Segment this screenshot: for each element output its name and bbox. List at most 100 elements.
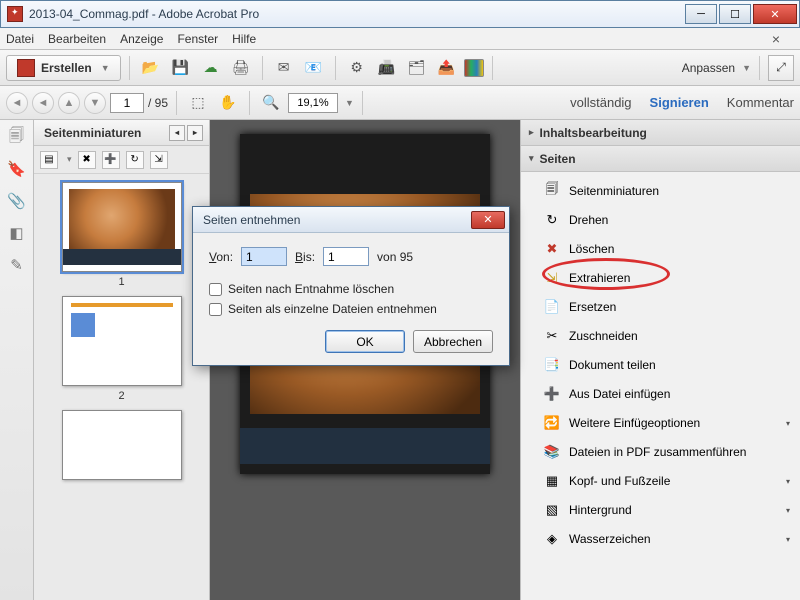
- tab-comment[interactable]: Kommentar: [727, 95, 794, 110]
- color-icon[interactable]: [464, 59, 484, 77]
- section-pages[interactable]: Seiten: [521, 146, 800, 172]
- thumbnail-page-2[interactable]: 2: [62, 296, 182, 402]
- chevron-down-icon: ▼: [742, 63, 751, 73]
- ok-button[interactable]: OK: [325, 330, 405, 353]
- dialog-title: Seiten entnehmen: [203, 213, 471, 227]
- header-icon: ▦: [543, 472, 561, 490]
- chevron-down-icon[interactable]: ▾: [67, 154, 72, 165]
- page-down-button[interactable]: ▼: [84, 92, 106, 114]
- thumb-insert-icon[interactable]: ➕: [102, 151, 120, 169]
- select-tool-icon[interactable]: ⬚: [185, 90, 211, 116]
- tool-insert-from-file[interactable]: ➕Aus Datei einfügen: [537, 381, 796, 407]
- checkbox-separate[interactable]: [209, 303, 222, 316]
- thumb-tool-icon[interactable]: ▤: [40, 151, 58, 169]
- panel-prev-button[interactable]: ◂: [169, 125, 185, 141]
- menu-window[interactable]: Fenster: [177, 32, 218, 46]
- tool-more-insert[interactable]: 🔁Weitere Einfügeoptionen▾: [537, 410, 796, 436]
- share-icon[interactable]: ✉: [271, 55, 297, 81]
- thumb-extract-icon[interactable]: ⇲: [150, 151, 168, 169]
- thumbnail-page-3[interactable]: [62, 410, 182, 480]
- tab-tools[interactable]: vollständig: [570, 95, 631, 110]
- page-total: / 95: [148, 96, 168, 110]
- open-icon[interactable]: 📂: [138, 55, 164, 81]
- tab-sign[interactable]: Signieren: [650, 95, 709, 110]
- pages-icon: 🗐: [543, 182, 561, 200]
- section-content-editing[interactable]: Inhaltsbearbeitung: [521, 120, 800, 146]
- thumbnail-page-1[interactable]: 1: [62, 182, 182, 288]
- tool-extract[interactable]: ⇲Extrahieren: [537, 265, 796, 291]
- dialog-close-button[interactable]: ✕: [471, 211, 505, 229]
- from-label: Von:: [209, 250, 233, 264]
- more-icon: 🔁: [543, 414, 561, 432]
- thumbnails-tab-icon[interactable]: 🗐: [6, 126, 28, 148]
- to-input[interactable]: [323, 247, 369, 266]
- checkbox-delete[interactable]: [209, 283, 222, 296]
- tool-background[interactable]: ▧Hintergrund▾: [537, 497, 796, 523]
- menu-help[interactable]: Hilfe: [232, 32, 256, 46]
- layers-icon[interactable]: ◧: [6, 222, 28, 244]
- bookmark-icon[interactable]: 🔖: [6, 158, 28, 180]
- thumbnail-panel-title: Seitenminiaturen: [40, 126, 167, 140]
- save-icon[interactable]: 💾: [168, 55, 194, 81]
- extract-pages-dialog: Seiten entnehmen ✕ Von: Bis: von 95 Seit…: [192, 206, 510, 366]
- zoom-input[interactable]: [288, 93, 338, 113]
- tool-replace[interactable]: 📄Ersetzen: [537, 294, 796, 320]
- menu-close-icon[interactable]: ×: [772, 31, 780, 47]
- tool-crop[interactable]: ✂Zuschneiden: [537, 323, 796, 349]
- menu-view[interactable]: Anzeige: [120, 32, 163, 46]
- thumbnail-panel: Seitenminiaturen ◂ ▸ ▤ ▾ ✖ ➕ ↻ ⇲ 1 2: [34, 120, 210, 600]
- export-icon[interactable]: 📤: [434, 55, 460, 81]
- tool-delete[interactable]: ✖Löschen: [537, 236, 796, 262]
- maximize-button[interactable]: ☐: [719, 4, 751, 24]
- tool-combine[interactable]: 📚Dateien in PDF zusammenführen: [537, 439, 796, 465]
- page-number-input[interactable]: [110, 93, 144, 113]
- zoom-marquee-icon[interactable]: 🔍: [258, 90, 284, 116]
- check-separate-files[interactable]: Seiten als einzelne Dateien entnehmen: [209, 302, 493, 316]
- close-button[interactable]: ✕: [753, 4, 797, 24]
- check-delete-after[interactable]: Seiten nach Entnahme löschen: [209, 282, 493, 296]
- cloud-icon[interactable]: ☁: [198, 55, 224, 81]
- background-icon: ▧: [543, 501, 561, 519]
- gear-icon[interactable]: ⚙: [344, 55, 370, 81]
- print-icon[interactable]: 🖨: [228, 55, 254, 81]
- combine-icon: 📚: [543, 443, 561, 461]
- toolbar-navigation: ◄ ◄ ▲ ▼ / 95 ⬚ ✋ 🔍 ▼ vollständig Signier…: [0, 86, 800, 120]
- tool-watermark[interactable]: ◈Wasserzeichen▾: [537, 526, 796, 552]
- tool-split[interactable]: 📑Dokument teilen: [537, 352, 796, 378]
- page-up-button[interactable]: ▲: [58, 92, 80, 114]
- page-first-button[interactable]: ◄: [6, 92, 28, 114]
- thumbnail-label: 1: [62, 276, 182, 288]
- form-icon[interactable]: 🗂: [404, 55, 430, 81]
- extract-icon: ⇲: [543, 269, 561, 287]
- menu-bar: Datei Bearbeiten Anzeige Fenster Hilfe ×: [0, 28, 800, 50]
- tool-thumbnails[interactable]: 🗐Seitenminiaturen: [537, 178, 796, 204]
- customize-label[interactable]: Anpassen: [682, 61, 735, 75]
- tool-header-footer[interactable]: ▦Kopf- und Fußzeile▾: [537, 468, 796, 494]
- tool-rotate[interactable]: ↻Drehen: [537, 207, 796, 233]
- thumb-rotate-icon[interactable]: ↻: [126, 151, 144, 169]
- attachment-icon[interactable]: 📎: [6, 190, 28, 212]
- menu-edit[interactable]: Bearbeiten: [48, 32, 106, 46]
- left-rail: 🗐 🔖 📎 ◧ ✎: [0, 120, 34, 600]
- scan-icon[interactable]: 📠: [374, 55, 400, 81]
- window-title: 2013-04_Commag.pdf - Adobe Acrobat Pro: [29, 7, 683, 21]
- create-label: Erstellen: [41, 61, 92, 75]
- delete-icon: ✖: [543, 240, 561, 258]
- chevron-down-icon[interactable]: ▼: [345, 98, 354, 108]
- from-input[interactable]: [241, 247, 287, 266]
- hand-tool-icon[interactable]: ✋: [215, 90, 241, 116]
- fullscreen-icon[interactable]: ⤢: [768, 55, 794, 81]
- panel-next-button[interactable]: ▸: [187, 125, 203, 141]
- page-prev-button[interactable]: ◄: [32, 92, 54, 114]
- thumb-delete-icon[interactable]: ✖: [78, 151, 96, 169]
- cancel-button[interactable]: Abbrechen: [413, 330, 493, 353]
- minimize-button[interactable]: ─: [685, 4, 717, 24]
- insert-icon: ➕: [543, 385, 561, 403]
- crop-icon: ✂: [543, 327, 561, 345]
- mail-icon[interactable]: 📧: [301, 55, 327, 81]
- signatures-icon[interactable]: ✎: [6, 254, 28, 276]
- watermark-icon: ◈: [543, 530, 561, 548]
- thumbnail-toolbar: ▤ ▾ ✖ ➕ ↻ ⇲: [34, 146, 209, 174]
- create-button[interactable]: Erstellen ▼: [6, 55, 121, 81]
- menu-file[interactable]: Datei: [6, 32, 34, 46]
